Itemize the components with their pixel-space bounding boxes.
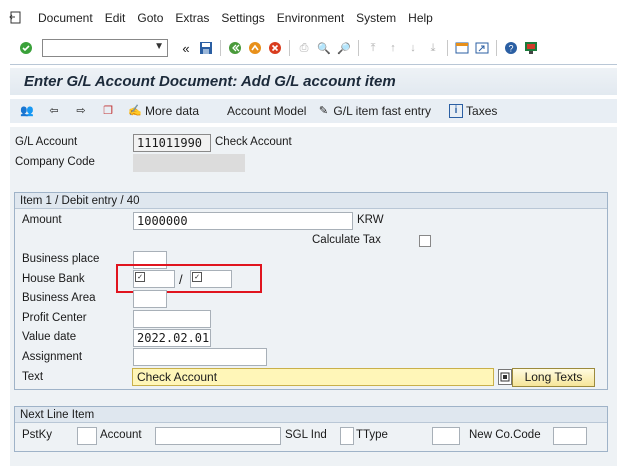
customize-layout-icon[interactable] xyxy=(523,40,539,56)
new-company-code-field[interactable] xyxy=(553,427,587,445)
help-icon[interactable]: ? xyxy=(503,40,519,56)
info-icon: i xyxy=(449,104,464,118)
first-page-icon: ⤒ xyxy=(370,41,376,54)
account-field[interactable] xyxy=(155,427,281,445)
profit-center-field[interactable] xyxy=(133,310,211,328)
previous-page-icon: ↑ xyxy=(390,42,396,54)
menu-bar: Document Edit Goto Extras Settings Envir… xyxy=(0,0,617,36)
system-toolbar: ▼ « ⎙ 🔍 🔎 ⤒ ↑ ↓ ⤓ ? xyxy=(0,36,617,60)
fast-entry-button[interactable]: ✎ G/L item fast entry xyxy=(316,104,431,118)
menu-settings[interactable]: Settings xyxy=(221,11,264,25)
fast-entry-icon: ✎ xyxy=(318,105,329,117)
back-icon[interactable] xyxy=(227,40,243,56)
command-field[interactable]: ▼ xyxy=(42,39,168,57)
next-line-group-title: Next Line Item xyxy=(15,407,607,423)
currency-label: KRW xyxy=(357,214,384,226)
gl-account-description: Check Account xyxy=(215,136,292,148)
find-next-icon: 🔎 xyxy=(337,42,351,55)
enter-check-icon[interactable] xyxy=(18,40,34,56)
gl-account-label: G/L Account xyxy=(15,136,78,148)
new-company-code-label: New Co.Code xyxy=(469,429,541,441)
value-date-field[interactable]: 2022.02.01 xyxy=(133,329,211,347)
menu-exit-icon[interactable] xyxy=(6,8,26,28)
menu-document[interactable]: Document xyxy=(38,11,93,25)
menu-system[interactable]: System xyxy=(356,11,396,25)
save-icon[interactable] xyxy=(198,40,214,56)
more-data-label: More data xyxy=(145,104,200,118)
assignment-label: Assignment xyxy=(22,351,83,363)
menu-goto[interactable]: Goto xyxy=(137,11,163,25)
header-divider xyxy=(10,64,617,65)
menu-help[interactable]: Help xyxy=(408,11,433,25)
copy-icon[interactable]: ❐ xyxy=(101,104,118,118)
text-details-icon[interactable] xyxy=(498,369,512,385)
fast-entry-label: G/L item fast entry xyxy=(333,104,432,118)
toolbar-separator xyxy=(358,40,359,56)
account-model-button[interactable]: Account Model xyxy=(227,104,306,118)
next-item-icon[interactable]: ⇨ xyxy=(74,104,91,118)
toolbar-separator xyxy=(220,40,221,56)
menu-edit[interactable]: Edit xyxy=(105,11,126,25)
transaction-type-field[interactable] xyxy=(432,427,460,445)
posting-key-label: PstKy xyxy=(22,429,53,441)
gl-account-field: 111011990 xyxy=(133,134,211,152)
sgl-ind-field[interactable] xyxy=(340,427,354,445)
transaction-type-label: TType xyxy=(356,429,388,441)
page-title: Enter G/L Account Document: Add G/L acco… xyxy=(10,68,617,95)
toolbar-separator xyxy=(289,40,290,56)
highlight-box xyxy=(116,264,262,293)
amount-field[interactable]: 1000000 xyxy=(133,212,353,230)
application-toolbar: 👥 ⇦ ⇨ ❐ ✍ More data Account Model ✎ G/L … xyxy=(10,99,617,123)
long-texts-button[interactable]: Long Texts xyxy=(512,368,595,387)
previous-item-icon[interactable]: ⇦ xyxy=(47,104,64,118)
house-bank-label: House Bank xyxy=(22,273,85,285)
business-area-label: Business Area xyxy=(22,292,96,304)
svg-text:?: ? xyxy=(508,44,513,54)
next-page-icon: ↓ xyxy=(410,42,416,54)
profit-center-label: Profit Center xyxy=(22,312,87,324)
print-icon: ⎙ xyxy=(299,41,309,54)
toolbar-separator xyxy=(447,40,448,56)
text-label: Text xyxy=(22,371,44,383)
collapse-icon[interactable]: « xyxy=(178,40,194,56)
account-model-label: Account Model xyxy=(227,104,307,118)
shortcut-icon[interactable] xyxy=(474,40,490,56)
menu-extras[interactable]: Extras xyxy=(175,11,209,25)
exit-icon[interactable] xyxy=(247,40,263,56)
business-area-field[interactable] xyxy=(133,290,167,308)
people-icon[interactable]: 👥 xyxy=(20,104,37,118)
sgl-ind-label: SGL Ind xyxy=(285,429,327,441)
taxes-button[interactable]: i Taxes xyxy=(449,104,497,118)
business-place-label: Business place xyxy=(22,253,100,265)
account-label: Account xyxy=(100,429,142,441)
cancel-icon[interactable] xyxy=(267,40,283,56)
find-icon: 🔍 xyxy=(317,42,331,55)
amount-label: Amount xyxy=(22,214,62,226)
menu-environment[interactable]: Environment xyxy=(277,11,344,25)
toolbar-separator xyxy=(496,40,497,56)
posting-key-field[interactable] xyxy=(77,427,97,445)
calculate-tax-checkbox[interactable] xyxy=(419,235,431,247)
more-data-icon: ✍ xyxy=(128,105,142,117)
new-session-icon[interactable] xyxy=(454,40,470,56)
item-group-title: Item 1 / Debit entry / 40 xyxy=(15,193,607,209)
value-date-label: Value date xyxy=(22,331,77,343)
assignment-field[interactable] xyxy=(133,348,267,366)
calculate-tax-label: Calculate Tax xyxy=(312,234,381,246)
company-code-field xyxy=(133,154,245,172)
company-code-label: Company Code xyxy=(15,156,95,168)
last-page-icon: ⤓ xyxy=(430,41,436,54)
text-field[interactable]: Check Account xyxy=(132,368,494,386)
chevron-down-icon[interactable]: ▼ xyxy=(154,41,164,52)
taxes-label: Taxes xyxy=(466,104,498,118)
more-data-button[interactable]: ✍ More data xyxy=(128,104,199,118)
